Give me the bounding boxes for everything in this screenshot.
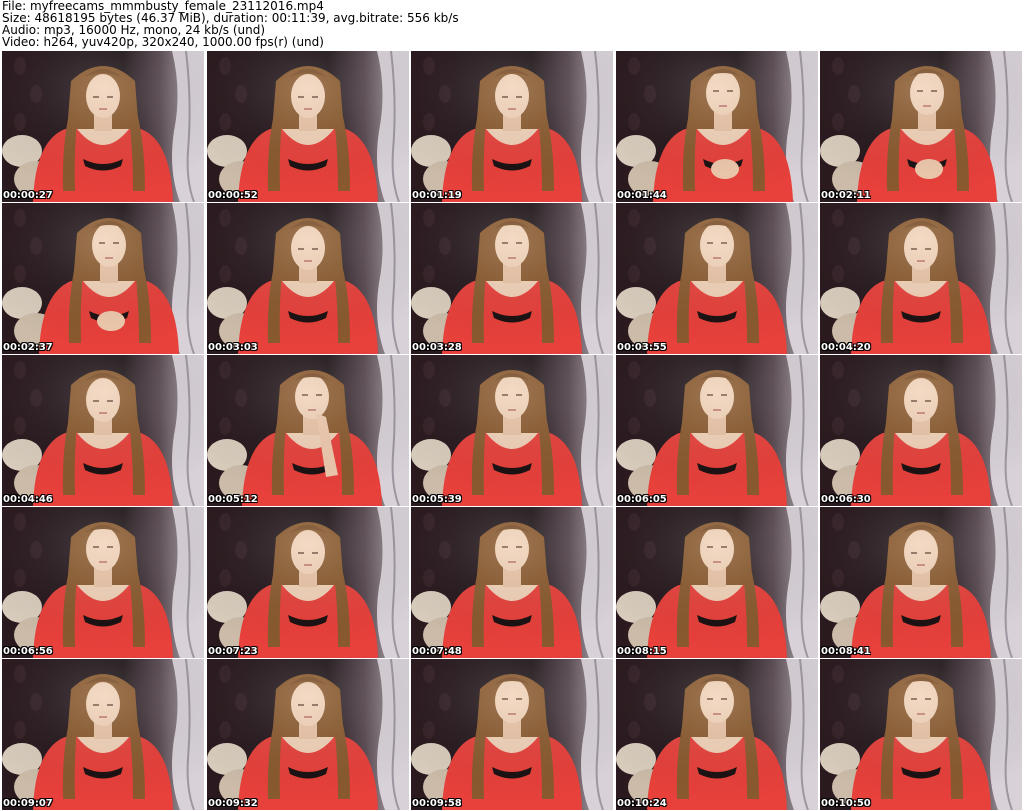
video-thumbnail: 00:04:46	[2, 355, 204, 506]
video-thumbnail: 00:03:03	[207, 203, 409, 354]
video-thumbnail: 00:02:11	[820, 51, 1022, 202]
video-thumbnail: 00:07:23	[207, 507, 409, 658]
thumbnail-timestamp: 00:00:52	[208, 190, 258, 201]
video-thumbnail: 00:09:07	[2, 659, 204, 810]
thumbnail-timestamp: 00:04:46	[3, 494, 53, 505]
file-info-header: File: myfreecams_mmmbusty_female_2311201…	[2, 0, 1022, 50]
video-thumbnail: 00:04:20	[820, 203, 1022, 354]
thumbnail-frame	[820, 659, 1022, 810]
thumbnail-timestamp: 00:06:05	[617, 494, 667, 505]
video-thumbnail: 00:00:27	[2, 51, 204, 202]
thumbnail-frame	[616, 51, 818, 202]
video-thumbnail: 00:10:24	[616, 659, 818, 810]
video-thumbnail: 00:09:58	[411, 659, 613, 810]
thumbnail-timestamp: 00:07:48	[412, 646, 462, 657]
video-thumbnail: 00:05:12	[207, 355, 409, 506]
video-thumbnail: 00:08:15	[616, 507, 818, 658]
thumbnail-timestamp: 00:01:19	[412, 190, 462, 201]
thumbnail-frame	[616, 203, 818, 354]
thumbnail-frame	[2, 355, 204, 506]
thumbnail-timestamp: 00:03:55	[617, 342, 667, 353]
thumbnail-frame	[2, 507, 204, 658]
thumbnail-frame	[820, 203, 1022, 354]
thumbnail-timestamp: 00:10:50	[821, 798, 871, 809]
thumbnail-timestamp: 00:03:03	[208, 342, 258, 353]
thumbnail-frame	[2, 203, 204, 354]
thumbnail-frame	[820, 355, 1022, 506]
thumbnail-timestamp: 00:00:27	[3, 190, 53, 201]
thumbnail-frame	[207, 51, 409, 202]
thumbnail-timestamp: 00:08:15	[617, 646, 667, 657]
thumbnail-timestamp: 00:02:11	[821, 190, 871, 201]
thumbnail-timestamp: 00:08:41	[821, 646, 871, 657]
thumbnail-frame	[411, 51, 613, 202]
thumbnail-timestamp: 00:05:39	[412, 494, 462, 505]
thumbnail-timestamp: 00:06:30	[821, 494, 871, 505]
thumbnail-frame	[411, 355, 613, 506]
video-thumbnail: 00:02:37	[2, 203, 204, 354]
video-thumbnail: 00:09:32	[207, 659, 409, 810]
video-thumbnail: 00:00:52	[207, 51, 409, 202]
thumbnail-timestamp: 00:02:37	[3, 342, 53, 353]
thumbnail-frame	[207, 355, 409, 506]
thumbnail-frame	[2, 659, 204, 810]
thumbnail-frame	[616, 355, 818, 506]
thumbnail-timestamp: 00:09:32	[208, 798, 258, 809]
video-thumbnail: 00:07:48	[411, 507, 613, 658]
video-info-line: Video: h264, yuv420p, 320x240, 1000.00 f…	[2, 35, 324, 49]
video-thumbnail: 00:06:05	[616, 355, 818, 506]
thumbnail-timestamp: 00:07:23	[208, 646, 258, 657]
video-thumbnail: 00:03:28	[411, 203, 613, 354]
thumbnail-frame	[616, 507, 818, 658]
thumbnail-frame	[411, 507, 613, 658]
thumbnail-grid: 00:00:27 00:00:52 00:01:19 00:01:44 00:02:11…	[2, 51, 1022, 811]
thumbnail-frame	[207, 203, 409, 354]
video-thumbnail: 00:01:44	[616, 51, 818, 202]
thumbnail-timestamp: 00:03:28	[412, 342, 462, 353]
thumbnail-frame	[820, 507, 1022, 658]
video-thumbnail: 00:03:55	[616, 203, 818, 354]
thumbnail-frame	[411, 659, 613, 810]
thumbnail-frame	[411, 203, 613, 354]
thumbnail-frame	[207, 659, 409, 810]
thumbnail-frame	[207, 507, 409, 658]
video-thumbnail: 00:06:56	[2, 507, 204, 658]
thumbnail-frame	[2, 51, 204, 202]
thumbnail-frame	[616, 659, 818, 810]
thumbnail-timestamp: 00:01:44	[617, 190, 667, 201]
thumbnail-timestamp: 00:06:56	[3, 646, 53, 657]
thumbnail-timestamp: 00:09:58	[412, 798, 462, 809]
video-thumbnail: 00:01:19	[411, 51, 613, 202]
thumbnail-timestamp: 00:10:24	[617, 798, 667, 809]
thumbnail-timestamp: 00:04:20	[821, 342, 871, 353]
thumbnail-frame	[820, 51, 1022, 202]
video-thumbnail: 00:05:39	[411, 355, 613, 506]
thumbnail-timestamp: 00:09:07	[3, 798, 53, 809]
video-thumbnail: 00:06:30	[820, 355, 1022, 506]
video-thumbnail: 00:10:50	[820, 659, 1022, 810]
thumbnail-timestamp: 00:05:12	[208, 494, 258, 505]
video-thumbnail: 00:08:41	[820, 507, 1022, 658]
